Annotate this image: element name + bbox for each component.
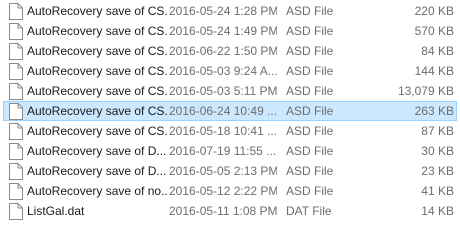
file-size: 84 KB [421,44,454,58]
file-size: 220 KB [414,4,454,18]
file-type: ASD File [286,164,334,178]
file-type: ASD File [286,64,334,78]
file-name: AutoRecovery save of CS... [27,124,167,138]
file-date-modified: 2016-05-03 9:24 A... [169,64,277,78]
file-date-modified: 2016-07-19 11:55 ... [169,144,277,158]
file-row[interactable]: AutoRecovery save of no... 2016-05-12 2:… [3,181,457,201]
file-name: AutoRecovery save of CS... [27,44,167,58]
file-name: AutoRecovery save of CS... [27,64,167,78]
file-date-modified: 2016-06-22 1:50 PM [169,44,277,58]
file-type: ASD File [286,84,334,98]
file-size: 23 KB [421,164,454,178]
file-type: DAT File [286,204,332,218]
file-date-modified: 2016-05-24 1:28 PM [169,4,277,18]
file-name: AutoRecovery save of CS... [27,4,167,18]
document-icon [9,63,23,80]
file-row[interactable]: AutoRecovery save of CS... 2016-05-03 9:… [3,61,457,81]
file-date-modified: 2016-06-24 10:49 ... [169,104,277,118]
document-icon [9,103,23,120]
file-date-modified: 2016-05-03 5:11 PM [169,84,277,98]
file-size: 41 KB [421,184,454,198]
file-type: ASD File [286,104,334,118]
document-icon [9,83,23,100]
file-row[interactable]: AutoRecovery save of D... 2016-05-05 2:1… [3,161,457,181]
file-name: AutoRecovery save of CS... [27,84,167,98]
file-size: 570 KB [414,24,454,38]
file-size: 144 KB [414,64,454,78]
file-name: AutoRecovery save of CS... [27,104,167,118]
file-name: ListGal.dat [27,204,85,218]
file-name: AutoRecovery save of CS... [27,24,167,38]
file-row[interactable]: AutoRecovery save of CS... 2016-05-03 5:… [3,81,457,101]
file-size: 13,079 KB [397,84,454,98]
document-icon [9,143,23,160]
file-type: ASD File [286,184,334,198]
file-row[interactable]: AutoRecovery save of CS... 2016-05-18 10… [3,121,457,141]
file-row[interactable]: AutoRecovery save of CS... 2016-06-24 10… [3,101,457,121]
file-size: 14 KB [421,204,454,218]
file-type: ASD File [286,4,334,18]
file-list: AutoRecovery save of CS... 2016-05-24 1:… [0,0,460,222]
file-size: 263 KB [414,104,454,118]
file-type: ASD File [286,144,334,158]
document-icon [9,3,23,20]
file-row[interactable]: ListGal.dat 2016-05-11 1:08 PM DAT File … [3,201,457,221]
file-size: 87 KB [421,124,454,138]
file-type: ASD File [286,124,334,138]
file-date-modified: 2016-05-18 10:41 ... [169,124,277,138]
file-type: ASD File [286,24,334,38]
file-type: ASD File [286,44,334,58]
file-name: AutoRecovery save of D... [27,164,167,178]
document-icon [9,23,23,40]
file-row[interactable]: AutoRecovery save of D... 2016-07-19 11:… [3,141,457,161]
file-name: AutoRecovery save of no... [27,184,167,198]
file-row[interactable]: AutoRecovery save of CS... 2016-05-24 1:… [3,1,457,21]
file-date-modified: 2016-05-24 1:49 PM [169,24,277,38]
file-name: AutoRecovery save of D... [27,144,167,158]
file-row[interactable]: AutoRecovery save of CS... 2016-05-24 1:… [3,21,457,41]
file-size: 30 KB [421,144,454,158]
file-date-modified: 2016-05-11 1:08 PM [169,204,277,218]
file-date-modified: 2016-05-12 2:22 PM [169,184,277,198]
document-icon [9,163,23,180]
document-icon [9,123,23,140]
document-icon [9,183,23,200]
file-row[interactable]: AutoRecovery save of CS... 2016-06-22 1:… [3,41,457,61]
document-icon [9,43,23,60]
file-date-modified: 2016-05-05 2:13 PM [169,164,277,178]
document-icon [9,203,23,220]
